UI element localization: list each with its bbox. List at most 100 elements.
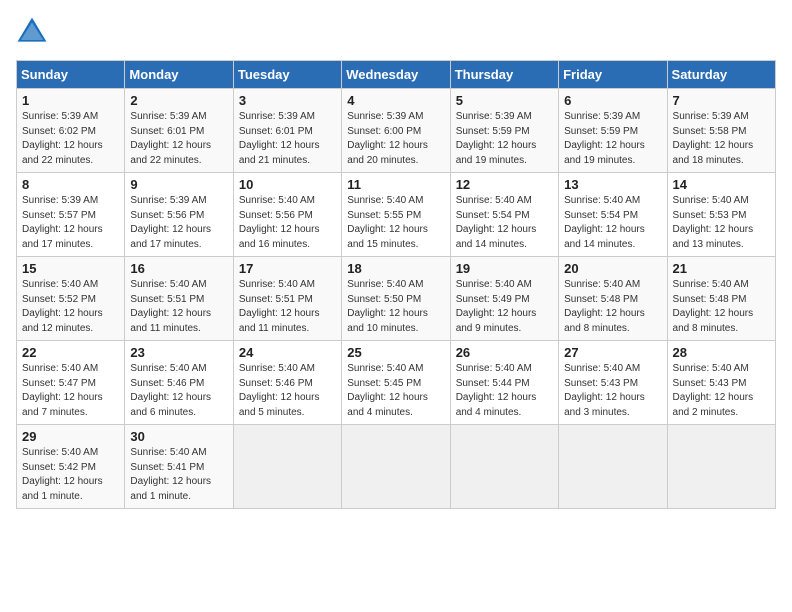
day-info: Sunrise: 5:40 AM Sunset: 5:44 PM Dayligh… — [456, 362, 553, 420]
day-number: 19 — [456, 261, 553, 276]
day-number: 22 — [22, 345, 119, 360]
day-number: 28 — [673, 345, 770, 360]
day-number: 5 — [456, 93, 553, 108]
day-info: Sunrise: 5:39 AM Sunset: 6:02 PM Dayligh… — [22, 110, 119, 168]
day-info: Sunrise: 5:39 AM Sunset: 6:01 PM Dayligh… — [239, 110, 336, 168]
day-number: 13 — [564, 177, 661, 192]
day-info: Sunrise: 5:39 AM Sunset: 5:58 PM Dayligh… — [673, 110, 770, 168]
day-info: Sunrise: 5:40 AM Sunset: 5:46 PM Dayligh… — [239, 362, 336, 420]
calendar-cell: 17 Sunrise: 5:40 AM Sunset: 5:51 PM Dayli… — [233, 257, 341, 341]
day-info: Sunrise: 5:40 AM Sunset: 5:54 PM Dayligh… — [456, 194, 553, 252]
day-number: 3 — [239, 93, 336, 108]
calendar-cell — [342, 425, 450, 509]
calendar-cell: 26 Sunrise: 5:40 AM Sunset: 5:44 PM Dayli… — [450, 341, 558, 425]
day-info: Sunrise: 5:40 AM Sunset: 5:47 PM Dayligh… — [22, 362, 119, 420]
weekday-header-wednesday: Wednesday — [342, 61, 450, 89]
day-number: 21 — [673, 261, 770, 276]
day-number: 10 — [239, 177, 336, 192]
day-number: 26 — [456, 345, 553, 360]
day-info: Sunrise: 5:40 AM Sunset: 5:54 PM Dayligh… — [564, 194, 661, 252]
weekday-header-friday: Friday — [559, 61, 667, 89]
calendar-cell: 14 Sunrise: 5:40 AM Sunset: 5:53 PM Dayli… — [667, 173, 775, 257]
calendar-cell: 22 Sunrise: 5:40 AM Sunset: 5:47 PM Dayli… — [17, 341, 125, 425]
day-number: 6 — [564, 93, 661, 108]
day-info: Sunrise: 5:39 AM Sunset: 6:00 PM Dayligh… — [347, 110, 444, 168]
calendar-cell: 3 Sunrise: 5:39 AM Sunset: 6:01 PM Daylig… — [233, 89, 341, 173]
calendar-cell: 2 Sunrise: 5:39 AM Sunset: 6:01 PM Daylig… — [125, 89, 233, 173]
day-info: Sunrise: 5:40 AM Sunset: 5:48 PM Dayligh… — [673, 278, 770, 336]
calendar-cell: 13 Sunrise: 5:40 AM Sunset: 5:54 PM Dayli… — [559, 173, 667, 257]
day-number: 2 — [130, 93, 227, 108]
day-number: 15 — [22, 261, 119, 276]
day-info: Sunrise: 5:40 AM Sunset: 5:52 PM Dayligh… — [22, 278, 119, 336]
day-info: Sunrise: 5:40 AM Sunset: 5:56 PM Dayligh… — [239, 194, 336, 252]
day-number: 4 — [347, 93, 444, 108]
calendar-cell: 23 Sunrise: 5:40 AM Sunset: 5:46 PM Dayli… — [125, 341, 233, 425]
day-number: 25 — [347, 345, 444, 360]
calendar-cell: 29Sunrise: 5:40 AM Sunset: 5:42 PM Dayli… — [17, 425, 125, 509]
day-number: 16 — [130, 261, 227, 276]
day-info: Sunrise: 5:40 AM Sunset: 5:50 PM Dayligh… — [347, 278, 444, 336]
day-info: Sunrise: 5:40 AM Sunset: 5:41 PM Dayligh… — [130, 446, 227, 504]
calendar-cell: 16 Sunrise: 5:40 AM Sunset: 5:51 PM Dayli… — [125, 257, 233, 341]
day-number: 27 — [564, 345, 661, 360]
day-info: Sunrise: 5:39 AM Sunset: 5:56 PM Dayligh… — [130, 194, 227, 252]
calendar-cell: 25 Sunrise: 5:40 AM Sunset: 5:45 PM Dayli… — [342, 341, 450, 425]
day-info: Sunrise: 5:40 AM Sunset: 5:43 PM Dayligh… — [564, 362, 661, 420]
day-number: 9 — [130, 177, 227, 192]
day-number: 12 — [456, 177, 553, 192]
day-info: Sunrise: 5:40 AM Sunset: 5:51 PM Dayligh… — [130, 278, 227, 336]
calendar-cell: 15 Sunrise: 5:40 AM Sunset: 5:52 PM Dayli… — [17, 257, 125, 341]
calendar-cell: 28Sunrise: 5:40 AM Sunset: 5:43 PM Dayli… — [667, 341, 775, 425]
calendar-cell: 9 Sunrise: 5:39 AM Sunset: 5:56 PM Daylig… — [125, 173, 233, 257]
day-info: Sunrise: 5:40 AM Sunset: 5:45 PM Dayligh… — [347, 362, 444, 420]
calendar-cell: 30 Sunrise: 5:40 AM Sunset: 5:41 PM Dayli… — [125, 425, 233, 509]
calendar-cell — [450, 425, 558, 509]
day-info: Sunrise: 5:40 AM Sunset: 5:46 PM Dayligh… — [130, 362, 227, 420]
day-info: Sunrise: 5:40 AM Sunset: 5:51 PM Dayligh… — [239, 278, 336, 336]
calendar-cell: 27 Sunrise: 5:40 AM Sunset: 5:43 PM Dayli… — [559, 341, 667, 425]
page-header — [16, 16, 776, 48]
calendar-cell: 12 Sunrise: 5:40 AM Sunset: 5:54 PM Dayli… — [450, 173, 558, 257]
calendar-cell: 7 Sunrise: 5:39 AM Sunset: 5:58 PM Daylig… — [667, 89, 775, 173]
day-info: Sunrise: 5:39 AM Sunset: 6:01 PM Dayligh… — [130, 110, 227, 168]
calendar-cell: 19 Sunrise: 5:40 AM Sunset: 5:49 PM Dayli… — [450, 257, 558, 341]
day-info: Sunrise: 5:39 AM Sunset: 5:59 PM Dayligh… — [564, 110, 661, 168]
day-number: 11 — [347, 177, 444, 192]
day-number: 20 — [564, 261, 661, 276]
weekday-header-monday: Monday — [125, 61, 233, 89]
day-number: 1 — [22, 93, 119, 108]
weekday-header-saturday: Saturday — [667, 61, 775, 89]
day-number: 23 — [130, 345, 227, 360]
calendar-cell — [667, 425, 775, 509]
day-number: 18 — [347, 261, 444, 276]
calendar-cell: 5 Sunrise: 5:39 AM Sunset: 5:59 PM Daylig… — [450, 89, 558, 173]
calendar-cell: 10 Sunrise: 5:40 AM Sunset: 5:56 PM Dayli… — [233, 173, 341, 257]
day-number: 7 — [673, 93, 770, 108]
calendar-cell: 24 Sunrise: 5:40 AM Sunset: 5:46 PM Dayli… — [233, 341, 341, 425]
calendar-cell: 4 Sunrise: 5:39 AM Sunset: 6:00 PM Daylig… — [342, 89, 450, 173]
day-number: 8 — [22, 177, 119, 192]
day-info: Sunrise: 5:39 AM Sunset: 5:59 PM Dayligh… — [456, 110, 553, 168]
day-info: Sunrise: 5:40 AM Sunset: 5:48 PM Dayligh… — [564, 278, 661, 336]
calendar-cell: 11 Sunrise: 5:40 AM Sunset: 5:55 PM Dayli… — [342, 173, 450, 257]
day-number: 24 — [239, 345, 336, 360]
day-info: Sunrise: 5:40 AM Sunset: 5:49 PM Dayligh… — [456, 278, 553, 336]
day-info: Sunrise: 5:39 AM Sunset: 5:57 PM Dayligh… — [22, 194, 119, 252]
calendar-cell: 1 Sunrise: 5:39 AM Sunset: 6:02 PM Daylig… — [17, 89, 125, 173]
calendar-cell — [233, 425, 341, 509]
day-number: 17 — [239, 261, 336, 276]
logo-icon — [16, 16, 48, 48]
calendar-cell: 21 Sunrise: 5:40 AM Sunset: 5:48 PM Dayli… — [667, 257, 775, 341]
calendar-table: SundayMondayTuesdayWednesdayThursdayFrid… — [16, 60, 776, 509]
logo — [16, 16, 52, 48]
day-info: Sunrise: 5:40 AM Sunset: 5:53 PM Dayligh… — [673, 194, 770, 252]
weekday-header-tuesday: Tuesday — [233, 61, 341, 89]
calendar-cell: 8 Sunrise: 5:39 AM Sunset: 5:57 PM Daylig… — [17, 173, 125, 257]
day-info: Sunrise: 5:40 AM Sunset: 5:55 PM Dayligh… — [347, 194, 444, 252]
weekday-header-thursday: Thursday — [450, 61, 558, 89]
day-info: Sunrise: 5:40 AM Sunset: 5:42 PM Dayligh… — [22, 446, 119, 504]
day-number: 14 — [673, 177, 770, 192]
day-number: 30 — [130, 429, 227, 444]
calendar-cell: 18 Sunrise: 5:40 AM Sunset: 5:50 PM Dayli… — [342, 257, 450, 341]
